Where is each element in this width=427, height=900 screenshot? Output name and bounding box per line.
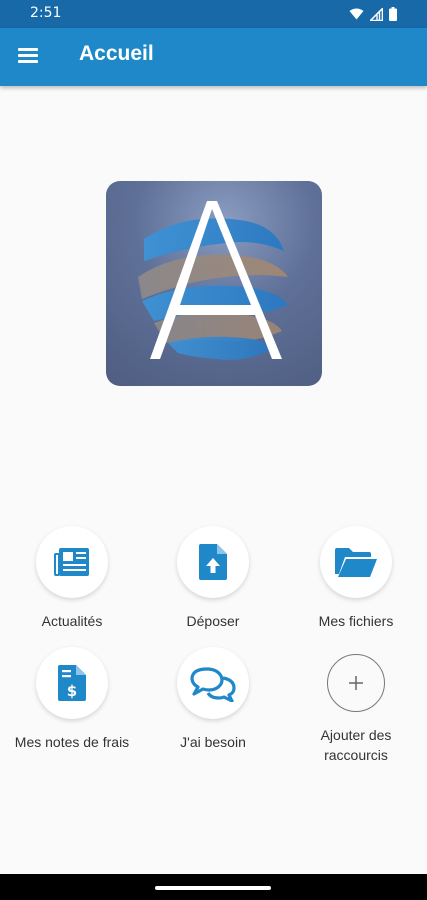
- status-bar: 2:51: [0, 0, 427, 28]
- mes-notes-de-frais-button[interactable]: $: [36, 647, 108, 719]
- shortcut-deposer[interactable]: Déposer: [143, 526, 283, 631]
- newspaper-icon: [54, 548, 89, 576]
- wifi-icon: [349, 8, 364, 20]
- deposer-button[interactable]: [177, 526, 249, 598]
- svg-text:$: $: [67, 682, 77, 700]
- app-bar: Accueil: [0, 28, 427, 86]
- battery-icon: [389, 7, 397, 21]
- shortcut-mes-notes-de-frais[interactable]: $ Mes notes de frais: [2, 647, 142, 752]
- hamburger-menu-icon[interactable]: [16, 45, 44, 69]
- shortcut-j-ai-besoin[interactable]: J'ai besoin: [143, 647, 283, 752]
- shortcut-label: Déposer: [186, 613, 240, 629]
- logo-graphic: [138, 201, 288, 360]
- shortcut-label: J'ai besoin: [180, 734, 246, 750]
- system-navigation-bar: [0, 874, 427, 900]
- add-shortcut-button[interactable]: [327, 654, 385, 712]
- expense-receipt-icon: $: [58, 665, 86, 701]
- shortcut-label: Ajouter des raccourcis: [320, 727, 392, 763]
- shortcut-mes-fichiers[interactable]: Mes fichiers: [286, 526, 426, 631]
- status-icons: [349, 7, 397, 21]
- plus-icon: [349, 676, 363, 690]
- shortcut-label: Mes fichiers: [318, 613, 394, 629]
- actualites-button[interactable]: [36, 526, 108, 598]
- folder-open-icon: [335, 548, 377, 577]
- shortcut-label: Mes notes de frais: [14, 734, 130, 750]
- j-ai-besoin-button[interactable]: [177, 647, 249, 719]
- signal-icon: [370, 7, 383, 21]
- mes-fichiers-button[interactable]: [320, 526, 392, 598]
- page-title: Accueil: [79, 42, 154, 65]
- file-upload-icon: [199, 544, 227, 580]
- chat-bubbles-icon: [190, 667, 236, 702]
- status-time: 2:51: [30, 5, 62, 21]
- home-gesture-handle[interactable]: [155, 886, 271, 890]
- shortcut-label: Actualités: [41, 613, 103, 629]
- shortcut-ajouter-des-raccourcis[interactable]: Ajouter des raccourcis: [286, 647, 426, 765]
- shortcut-actualites[interactable]: Actualités: [2, 526, 142, 631]
- app-logo: [106, 181, 322, 386]
